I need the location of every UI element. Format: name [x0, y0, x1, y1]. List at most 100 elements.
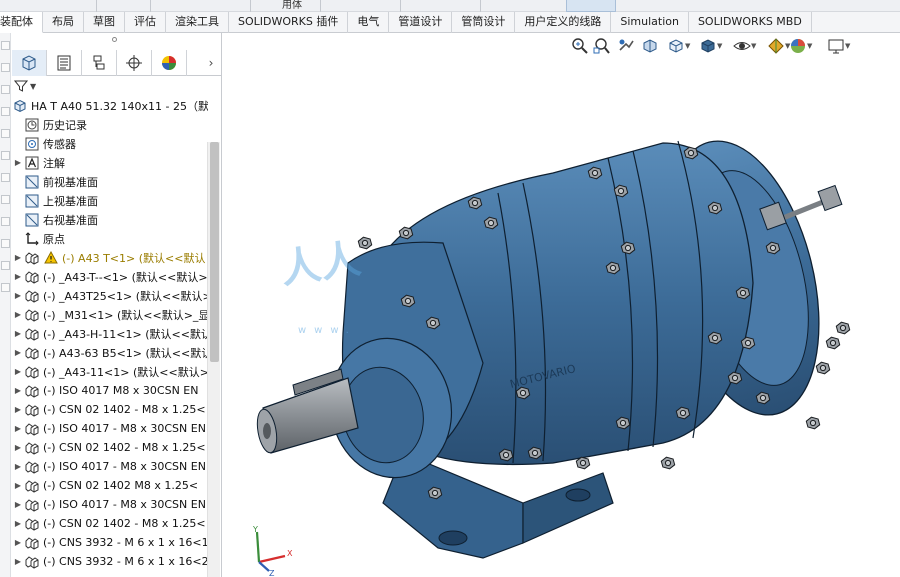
tree-item[interactable]: ▶ (-) _A43-H-11<1> (默认<<默认 [12, 324, 208, 343]
panel-grip-icon[interactable] [112, 37, 117, 42]
tab-command-5[interactable]: SOLIDWORKS 插件 [229, 12, 349, 33]
tree-item[interactable]: ▶ (-) ISO 4017 - M8 x 30CSN EN [12, 495, 208, 514]
tab-feature-tree[interactable] [12, 50, 47, 76]
expand-arrow-icon[interactable]: ▶ [12, 386, 24, 395]
tab-command-10[interactable]: Simulation [611, 12, 689, 33]
bolt-head [519, 389, 527, 397]
scrollbar-thumb[interactable] [210, 142, 219, 362]
tree-item[interactable]: 原点 [12, 229, 208, 248]
tree-item-label: (-) ISO 4017 - M8 x 30CSN EN [43, 460, 206, 473]
gutter-icon[interactable] [1, 217, 10, 226]
gutter-icon[interactable] [1, 173, 10, 182]
triad-z-label: Z [269, 569, 275, 576]
gutter-icon[interactable] [1, 129, 10, 138]
expand-arrow-icon[interactable]: ▶ [12, 291, 24, 300]
tab-command-1[interactable]: 布局 [43, 12, 84, 33]
tree-item[interactable]: ▶ (-) CNS 3932 - M 6 x 1 x 16<2 [12, 552, 208, 571]
tree-item[interactable]: ▶ (-) A43-63 B5<1> (默认<<默认 [12, 343, 208, 362]
tree-item[interactable]: 上视基准面 [12, 191, 208, 210]
tab-command-9[interactable]: 用户定义的线路 [515, 12, 612, 33]
bolt-head [679, 409, 687, 417]
gutter-icon[interactable] [1, 195, 10, 204]
tab-command-4[interactable]: 渲染工具 [166, 12, 229, 33]
tree-item[interactable]: ▶ 注解 [12, 153, 208, 172]
coordinate-triad: X Y Z [252, 526, 293, 576]
triad-x-label: X [287, 549, 293, 558]
gutter-icon[interactable] [1, 107, 10, 116]
gearmotor-3d-model[interactable]: MOTOVARIO 人人 www. [223, 33, 900, 577]
annotation-icon [24, 155, 40, 171]
gutter-icon[interactable] [1, 239, 10, 248]
tree-item[interactable]: ▶ (-) ISO 4017 - M8 x 30CSN EN [12, 457, 208, 476]
watermark-url: www. [298, 325, 357, 336]
expand-arrow-icon[interactable]: ▶ [12, 557, 24, 566]
filter-button[interactable]: ▼ [14, 77, 42, 95]
tree-item[interactable]: 历史记录 [12, 115, 208, 134]
expand-arrow-icon[interactable]: ▶ [12, 519, 24, 528]
tree-item[interactable]: ▶ (-) CSN 02 1402 - M8 x 1.25< [12, 400, 208, 419]
tree-item[interactable]: ▶ (-) CSN 02 1402 - M8 x 1.25< [12, 514, 208, 533]
gutter-icon[interactable] [1, 85, 10, 94]
tab-configuration-manager[interactable] [82, 50, 117, 76]
gutter-icon[interactable] [1, 283, 10, 292]
part-icon [24, 269, 40, 285]
gutter-icon[interactable] [1, 41, 10, 50]
expand-arrow-icon[interactable]: ▶ [12, 424, 24, 433]
tab-command-7[interactable]: 管道设计 [389, 12, 453, 33]
expand-arrow-icon[interactable]: ▶ [12, 253, 24, 262]
tree-item[interactable]: ▶ (-) CSN 02 1402 M8 x 1.25< [12, 476, 208, 495]
tree-item[interactable]: ▶ (-) ISO 4017 - M8 x 30CSN EN [12, 419, 208, 438]
tree-item[interactable]: 右视基准面 [12, 210, 208, 229]
tree-item[interactable]: ▶ (-) _M31<1> (默认<<默认>_显 [12, 305, 208, 324]
tab-command-0[interactable]: 装配体 [0, 12, 43, 33]
tab-command-2[interactable]: 草图 [84, 12, 125, 33]
tree-item[interactable]: ▶ (-) _A43-11<1> (默认<<默认>_ [12, 362, 208, 381]
tree-root-assembly[interactable]: HA T A40 51.32 140x11 - 25（默认 [12, 96, 208, 115]
bolt-head [687, 149, 695, 157]
chevron-down-icon: ▼ [30, 81, 37, 91]
expand-arrow-icon[interactable]: ▶ [12, 500, 24, 509]
tab-command-6[interactable]: 电气 [348, 12, 390, 33]
expand-arrow-icon[interactable]: ▶ [12, 405, 24, 414]
tree-item[interactable]: ▶ (-) CNS 3932 - M 6 x 1 x 16<1 [12, 533, 208, 552]
tab-command-8[interactable]: 管筒设计 [452, 12, 516, 33]
tree-item-label: 历史记录 [43, 118, 87, 132]
expand-arrow-icon[interactable]: ▶ [12, 367, 24, 376]
tree-item[interactable]: ▶ (-) CSN 02 1402 - M8 x 1.25< [12, 438, 208, 457]
expand-arrow-icon[interactable]: ▶ [12, 443, 24, 452]
expand-arrow-icon[interactable]: ▶ [12, 329, 24, 338]
expand-arrow-icon[interactable]: ▶ [12, 348, 24, 357]
tab-property-manager[interactable] [47, 50, 82, 76]
sensor-icon [24, 136, 40, 152]
tree-item[interactable]: 前视基准面 [12, 172, 208, 191]
tree-item-label: (-) CNS 3932 - M 6 x 1 x 16<2 [43, 555, 208, 568]
expand-arrow-icon[interactable]: ▶ [12, 462, 24, 471]
tree-item[interactable]: ▶ (-) A43 T<1> (默认<<默认 [12, 248, 208, 267]
gutter-icon[interactable] [1, 63, 10, 72]
tree-item[interactable]: ▶ (-) _A43-T--<1> (默认<<默认> [12, 267, 208, 286]
tab-command-3[interactable]: 评估 [125, 12, 166, 33]
part-icon [24, 478, 40, 494]
feature-tree-scrollbar[interactable] [207, 142, 220, 577]
tab-command-11[interactable]: SOLIDWORKS MBD [689, 12, 812, 33]
bolt-head [402, 229, 410, 237]
expand-arrow-icon[interactable]: ▶ [12, 310, 24, 319]
tree-item[interactable]: 传感器 [12, 134, 208, 153]
expand-arrow-icon[interactable]: ▶ [12, 272, 24, 281]
assembly-icon [12, 98, 28, 114]
tree-item[interactable]: ▶ (-) _A43T25<1> (默认<<默认>_ [12, 286, 208, 305]
expand-arrow-icon[interactable]: ▶ [12, 158, 24, 167]
bolt-head [579, 459, 587, 467]
tab-display-manager[interactable] [152, 50, 187, 76]
tree-item[interactable]: ▶ (-) ISO 4017 M8 x 30CSN EN [12, 381, 208, 400]
tab-dimxpert-manager[interactable] [117, 50, 152, 76]
expand-arrow-icon[interactable]: ▶ [12, 481, 24, 490]
part-icon [24, 250, 40, 266]
gutter-icon[interactable] [1, 151, 10, 160]
gutter-icon[interactable] [1, 261, 10, 270]
chevron-right-icon[interactable]: › [200, 50, 222, 76]
bolt-head [431, 489, 439, 497]
graphics-viewport[interactable]: ▼ ▼ ▼ ▼ ▼ ▼ MOTOVARIO 人人 www. X Y Z [223, 33, 900, 577]
expand-arrow-icon[interactable]: ▶ [12, 538, 24, 547]
part-icon [24, 440, 40, 456]
